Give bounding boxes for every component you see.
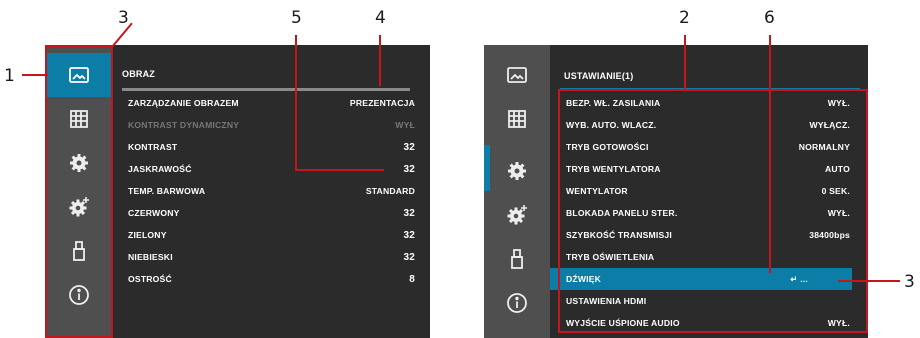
callout-5: 5 [291, 8, 302, 28]
gear-plus-icon[interactable] [484, 193, 550, 237]
list-annotation-box [558, 89, 868, 333]
row-value: 32 [403, 207, 415, 219]
image-icon[interactable] [484, 53, 550, 97]
callout-3-right: 3 [904, 272, 915, 292]
grid-icon[interactable] [484, 97, 550, 141]
selected-category-indicator [484, 145, 490, 191]
row-value: 32 [403, 229, 415, 241]
usb-icon[interactable] [484, 237, 550, 281]
leader-line-1 [22, 74, 48, 76]
sidebar-annotation-box [45, 45, 113, 338]
row-label: ZIELONY [128, 230, 167, 240]
row-value: WYŁ [395, 120, 415, 130]
left-row[interactable]: CZERWONY 32 [128, 202, 415, 224]
leader-line-3-right [838, 280, 900, 282]
left-title-underline [122, 88, 410, 91]
row-label: ZARZĄDZANIE OBRAZEM [128, 98, 239, 108]
left-row[interactable]: KONTRAST 32 [128, 136, 415, 158]
row-value: STANDARD [365, 186, 415, 196]
row-value: 32 [403, 141, 415, 153]
callout-6: 6 [764, 8, 775, 28]
callout-4: 4 [375, 8, 386, 28]
callout-1: 1 [4, 66, 15, 86]
leader-line-4 [379, 35, 381, 86]
row-label: JASKRAWOŚĆ [128, 164, 192, 174]
right-sidebar [484, 45, 550, 338]
row-value: PREZENTACJA [349, 98, 415, 108]
left-row: KONTRAST DYNAMICZNY WYŁ [128, 114, 415, 136]
row-value: 32 [403, 251, 415, 263]
leader-line-2 [684, 35, 686, 91]
left-row[interactable]: OSTROŚĆ 8 [128, 268, 415, 290]
callout-2: 2 [679, 8, 690, 28]
row-label: KONTRAST [128, 142, 178, 152]
row-label: KONTRAST DYNAMICZNY [128, 120, 240, 130]
left-row[interactable]: ZIELONY 32 [128, 224, 415, 246]
leader-line-5-vertical [295, 35, 297, 171]
left-row[interactable]: TEMP. BARWOWA STANDARD [128, 180, 415, 202]
row-value: 32 [403, 163, 415, 175]
left-row[interactable]: ZARZĄDZANIE OBRAZEM PREZENTACJA [128, 92, 415, 114]
row-label: OSTROŚĆ [128, 274, 172, 284]
info-icon[interactable] [484, 281, 550, 325]
row-label: CZERWONY [128, 208, 180, 218]
row-label: TEMP. BARWOWA [128, 186, 206, 196]
leader-line-6 [769, 35, 771, 273]
gear-icon[interactable] [484, 149, 550, 193]
right-menu-title: USTAWIANIE(1) [564, 71, 634, 81]
left-menu-title: OBRAZ [122, 69, 155, 79]
row-label: NIEBIESKI [128, 252, 173, 262]
row-value: 8 [409, 273, 415, 285]
callout-3-left: 3 [118, 8, 129, 28]
leader-line-5-horizontal [296, 169, 384, 171]
left-row[interactable]: NIEBIESKI 32 [128, 246, 415, 268]
